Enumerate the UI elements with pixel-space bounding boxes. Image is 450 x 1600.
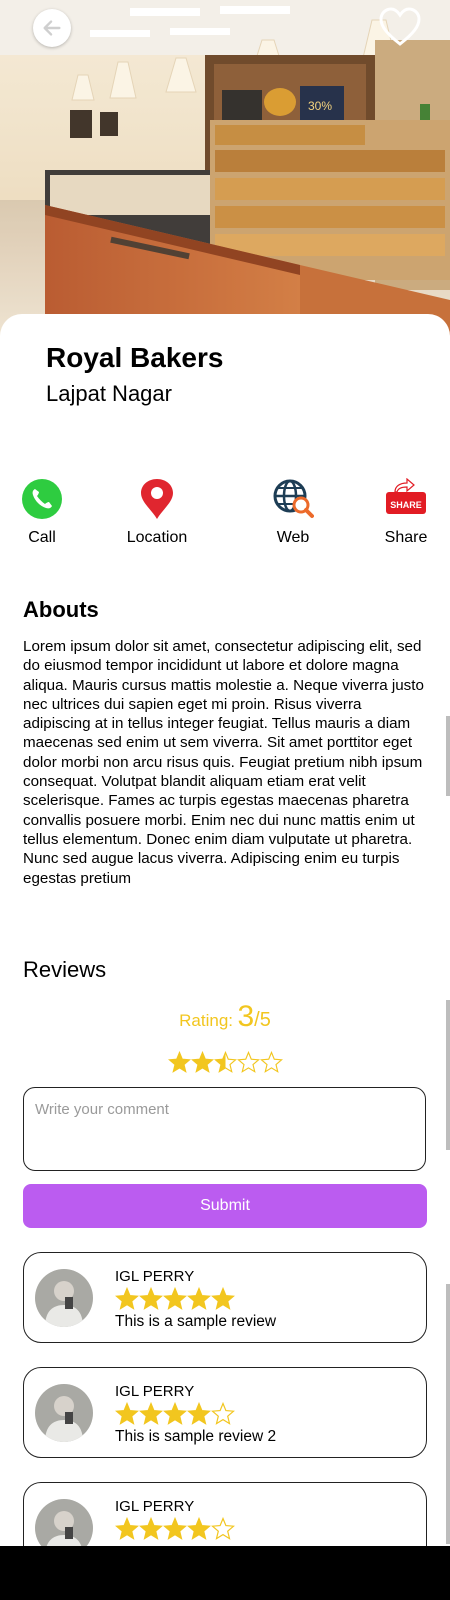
arrow-left-icon [43,20,61,36]
avatar [35,1384,93,1442]
store-header-card: Royal Bakers Lajpat Nagar [0,314,450,454]
star-icon [163,1402,187,1425]
review-stars [115,1287,235,1311]
scrollbar[interactable] [446,1284,450,1544]
star-icon [139,1402,163,1425]
store-area: Lajpat Nagar [46,381,172,406]
reviewer-name: IGL PERRY [115,1383,195,1400]
rating-stars-input[interactable] [168,1051,283,1074]
globe-search-icon [272,478,314,520]
avatar [35,1269,93,1327]
scrollbar[interactable] [446,716,450,796]
system-navigation-bar [0,1546,450,1600]
call-button[interactable]: Call [0,475,92,547]
store-name: Royal Bakers [46,342,224,373]
submit-button[interactable]: Submit [23,1184,427,1228]
review-text: This is a sample review [115,1313,277,1330]
action-row: Call Location Web SHARE Share [0,475,450,555]
about-heading: Abouts [23,597,99,622]
share-icon: SHARE [385,477,427,520]
star-icon [115,1287,139,1310]
review-card: IGL PERRY This is sample review 2 [23,1367,427,1458]
phone-icon [21,478,63,520]
review-card: IGL PERRY This is a sample review [23,1252,427,1343]
star-icon [187,1287,211,1310]
star-icon [115,1402,139,1425]
star-icon [139,1517,163,1540]
location-button[interactable]: Location [107,475,207,547]
star-icon [163,1517,187,1540]
heart-outline-icon [379,7,421,46]
star-icon [163,1287,187,1310]
star-icon [260,1051,283,1073]
reviews-heading: Reviews [23,957,107,982]
share-button[interactable]: SHARE Share [356,475,450,547]
comment-input[interactable] [24,1088,425,1170]
about-text: Lorem ipsum dolor sit amet, consectetur … [23,638,424,887]
hero-image: 30% [0,0,450,340]
star-icon [168,1051,191,1073]
star-icon [187,1402,211,1425]
comment-field[interactable] [23,1087,426,1171]
star-icon [211,1287,235,1310]
review-stars [115,1402,235,1426]
location-pin-icon [136,478,178,520]
svg-text:SHARE: SHARE [390,500,422,510]
user-photo-icon [35,1384,93,1442]
user-photo-icon [35,1269,93,1327]
star-icon [214,1051,237,1073]
star-icon [211,1517,235,1540]
scrollbar[interactable] [446,1000,450,1150]
star-icon [237,1051,260,1073]
reviewer-name: IGL PERRY [115,1268,195,1285]
review-text: This is sample review 2 [115,1428,277,1445]
star-icon [115,1517,139,1540]
star-icon [211,1402,235,1425]
star-icon [191,1051,214,1073]
review-stars [115,1517,235,1541]
back-button[interactable] [33,9,71,47]
star-icon [187,1517,211,1540]
favorite-button[interactable] [378,6,422,50]
reviewer-name: IGL PERRY [115,1498,195,1515]
star-icon [139,1287,163,1310]
rating-summary: Rating: 3/5 [179,1000,271,1033]
web-button[interactable]: Web [243,475,343,547]
bakery-photo: 30% [0,0,450,340]
